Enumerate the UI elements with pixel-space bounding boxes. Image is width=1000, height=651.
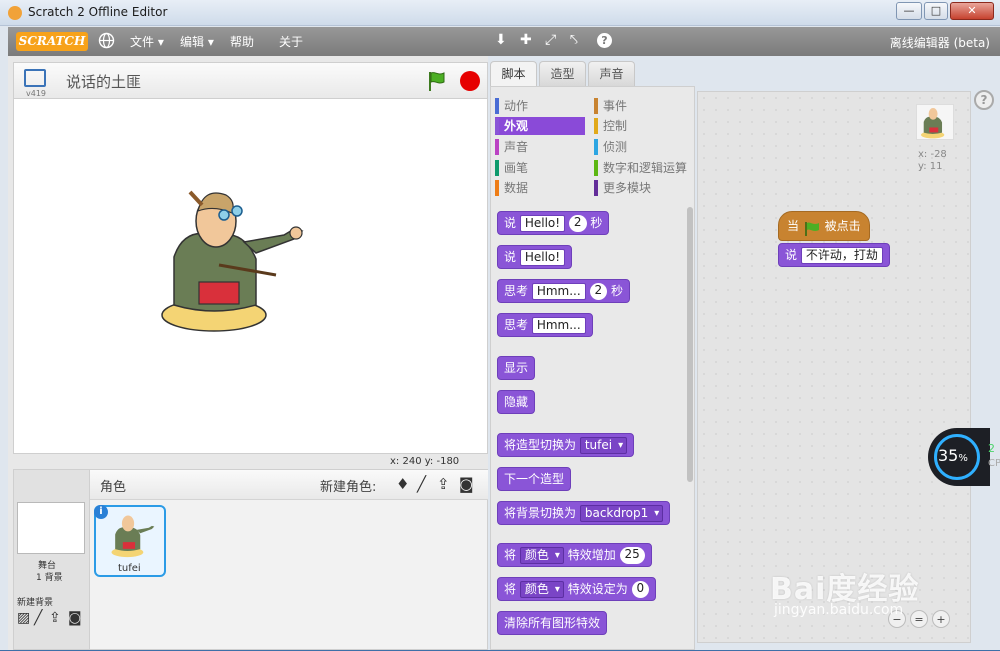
upload-backdrop-icon[interactable]: ⇪ — [49, 610, 61, 626]
scratch-cat-icon — [8, 6, 22, 20]
category-sensing[interactable]: 侦测 — [594, 138, 691, 156]
say-text-input[interactable]: 不许动，打劫 — [800, 247, 883, 264]
block-think[interactable]: 思考 Hmm... — [497, 313, 593, 337]
category-more-blocks[interactable]: 更多模块 — [594, 179, 691, 197]
category-list: 动作 外观 声音 画笔 数据 事件 控制 侦测 数字和逻辑运算 更多模块 — [495, 93, 691, 201]
paint-backdrop-icon[interactable]: ▨ — [17, 610, 30, 626]
sprite-y-readout: y: 11 — [918, 161, 943, 172]
category-sound[interactable]: 声音 — [495, 138, 585, 156]
library-sprite-icon[interactable]: ♦ — [396, 475, 409, 493]
block-say-for-secs[interactable]: 说 Hello! 2 秒 — [497, 211, 610, 235]
category-control[interactable]: 控制 — [594, 117, 691, 135]
backdrop-count: 1 背景 — [36, 573, 63, 583]
block-next-costume[interactable]: 下一个造型 — [497, 467, 572, 491]
stop-icon[interactable] — [460, 71, 480, 91]
sprite-tile-tufei[interactable]: i tufei — [94, 505, 166, 577]
sprite-thumbnail — [106, 511, 158, 561]
menu-file[interactable]: 文件 ▾ — [130, 33, 164, 50]
block-switch-costume[interactable]: 将造型切换为 tufei — [497, 433, 635, 457]
fullscreen-icon[interactable] — [24, 69, 46, 87]
category-motion[interactable]: 动作 — [495, 97, 585, 115]
watermark-url: jingyan.baidu.com — [774, 602, 904, 618]
close-button[interactable]: ✕ — [950, 2, 994, 20]
category-looks[interactable]: 外观 — [495, 117, 585, 135]
help-icon[interactable]: ? — [974, 90, 994, 110]
minimize-button[interactable]: — — [896, 2, 922, 20]
tab-costumes[interactable]: 造型 — [539, 61, 586, 86]
stage-canvas[interactable] — [13, 98, 488, 454]
project-name[interactable]: 说话的土匪 — [66, 71, 141, 92]
say-block[interactable]: 说 不许动，打劫 — [778, 243, 890, 267]
sprite-x-readout: x: -28 — [918, 149, 947, 160]
menu-bar: SCRATCH 文件 ▾ 编辑 ▾ 帮助 关于 ⬇ ✚ ⤢ ⤣ ? 离线编辑器 … — [8, 27, 1000, 56]
scratch-logo[interactable]: SCRATCH — [16, 32, 88, 51]
sprite-pane: 舞台 1 背景 新建背景 ▨ ╱ ⇪ ◙ 角色 新建角色: ♦ ╱ ⇪ ◙ i — [13, 469, 488, 650]
upload-sprite-icon[interactable]: ⇪ — [437, 475, 450, 493]
block-change-effect[interactable]: 将 颜色 特效增加 25 — [497, 543, 652, 567]
tab-sounds[interactable]: 声音 — [588, 61, 635, 86]
tab-scripts[interactable]: 脚本 — [490, 61, 537, 86]
block-set-effect[interactable]: 将 颜色 特效设定为 0 — [497, 577, 657, 601]
block-clear-effects[interactable]: 清除所有图形特效 — [497, 611, 608, 635]
sprites-label: 角色 — [100, 480, 127, 495]
cpu-side-label: CP — [988, 458, 1000, 469]
block-say[interactable]: 说 Hello! — [497, 245, 573, 269]
looks-block-list: 说 Hello! 2 秒 说 Hello! 思考 Hmm... 2 秒 思考 H… — [497, 211, 685, 651]
cpu-percent: 35% — [938, 446, 968, 465]
maximize-button[interactable]: □ — [924, 2, 948, 20]
category-data[interactable]: 数据 — [495, 179, 585, 197]
paint-sprite-icon[interactable]: ╱ — [417, 475, 426, 493]
camera-backdrop-icon[interactable]: ◙ — [68, 610, 82, 626]
category-pen[interactable]: 画笔 — [495, 159, 585, 177]
grow-tool-icon[interactable]: ⤢ — [545, 32, 556, 48]
menu-about[interactable]: 关于 — [279, 33, 303, 50]
shrink-tool-icon[interactable]: ⤣ — [570, 32, 578, 48]
script-area[interactable]: x: -28 y: 11 当 被点击 说 不许动，打劫 — [697, 91, 971, 643]
globe-icon[interactable] — [98, 32, 115, 49]
stage-header: v419 说话的土匪 — [13, 62, 488, 98]
block-palette: 动作 外观 声音 画笔 数据 事件 控制 侦测 数字和逻辑运算 更多模块 说 H… — [490, 86, 695, 650]
new-sprite-label: 新建角色: — [320, 480, 377, 495]
stage-mouse-coords: x: 240 y: -180 — [390, 456, 460, 467]
green-flag-icon[interactable] — [426, 70, 448, 92]
category-operators[interactable]: 数字和逻辑运算 — [594, 159, 691, 177]
version-label: v419 — [26, 89, 47, 98]
sprite-header: 角色 新建角色: ♦ ╱ ⇪ ◙ — [90, 470, 488, 500]
delete-tool-icon[interactable]: ✚ — [520, 32, 532, 48]
window-title: Scratch 2 Offline Editor — [28, 5, 168, 19]
category-events[interactable]: 事件 — [594, 97, 691, 115]
block-think-for-secs[interactable]: 思考 Hmm... 2 秒 — [497, 279, 631, 303]
zoom-reset-icon[interactable]: = — [910, 610, 928, 628]
green-flag-icon — [803, 219, 821, 236]
duplicate-tool-icon[interactable]: ⬇ — [495, 32, 507, 48]
palette-scrollbar[interactable] — [687, 207, 693, 482]
new-backdrop-label: 新建背景 — [17, 598, 54, 608]
sprite-name: tufei — [118, 563, 141, 574]
current-sprite-thumbnail — [916, 104, 954, 140]
camera-sprite-icon[interactable]: ◙ — [459, 475, 474, 493]
menu-help[interactable]: 帮助 — [230, 33, 254, 50]
help-tool-icon[interactable]: ? — [597, 33, 612, 48]
cpu-monitor-widget[interactable]: 35% 2 CP — [928, 428, 1000, 486]
editor-version-label: 离线编辑器 (beta) — [889, 36, 990, 50]
block-switch-backdrop[interactable]: 将背景切换为 backdrop1 — [497, 501, 671, 525]
menu-edit[interactable]: 编辑 ▾ — [180, 33, 214, 50]
block-show[interactable]: 显示 — [497, 356, 536, 380]
sprite-tufei-character[interactable] — [144, 187, 314, 337]
zoom-in-icon[interactable]: + — [932, 610, 950, 628]
stage-thumbnail[interactable] — [17, 502, 85, 554]
stage-column: 舞台 1 背景 新建背景 ▨ ╱ ⇪ ◙ — [14, 470, 90, 649]
title-bar: Scratch 2 Offline Editor — □ ✕ — [0, 0, 1000, 26]
draw-backdrop-icon[interactable]: ╱ — [34, 610, 42, 626]
when-flag-clicked-block[interactable]: 当 被点击 — [778, 211, 870, 241]
app-window: Scratch 2 Offline Editor — □ ✕ SCRATCH 文… — [0, 0, 1000, 650]
block-hide[interactable]: 隐藏 — [497, 390, 536, 414]
stage-panel: v419 说话的土匪 x: 240 y: -180 舞台 1 背景 新建背景 ▨… — [8, 56, 488, 650]
cpu-side-value: 2 — [988, 442, 995, 455]
